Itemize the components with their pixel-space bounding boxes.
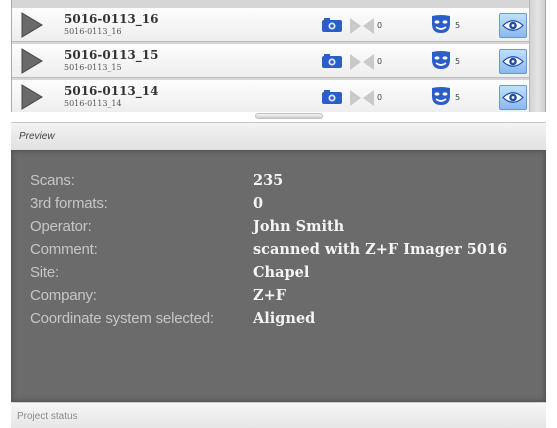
preview-header: Preview (11, 122, 546, 150)
camera-icon[interactable] (321, 18, 343, 33)
third-formats-value: 0 (253, 195, 264, 212)
bowtie-icon (350, 54, 374, 70)
comment-label: Comment: (30, 241, 98, 258)
scan-row[interactable]: 5016-0113_14 5016-0113_14 0 5 (12, 80, 530, 112)
splitter-handle[interactable] (255, 113, 323, 119)
view-button[interactable] (499, 49, 527, 74)
mask-icon (432, 87, 450, 105)
scans-value: 235 (253, 172, 284, 189)
scan-row[interactable]: 5016-0113_15 5016-0113_15 0 5 (12, 44, 530, 78)
company-label: Company: (30, 287, 97, 304)
operator-label: Operator: (30, 218, 92, 235)
preview-title: Preview (19, 131, 55, 142)
scan-name: 5016-0113_15 (64, 48, 159, 62)
list-scrollbar[interactable] (529, 0, 545, 112)
eye-icon (502, 92, 524, 103)
mask-icon (432, 51, 450, 69)
eye-icon (502, 20, 524, 31)
coordinate-system-value: Aligned (253, 310, 316, 327)
view-button[interactable] (499, 85, 527, 110)
play-triangle-icon[interactable] (20, 11, 44, 39)
third-formats-label: 3rd formats: (30, 195, 108, 212)
mask-icon (432, 15, 450, 33)
scans-label: Scans: (30, 172, 75, 189)
scan-subname: 5016-0113_14 (64, 99, 122, 108)
eye-icon (502, 56, 524, 67)
bowtie-count: 0 (377, 21, 383, 30)
mask-count: 5 (455, 21, 461, 30)
site-label: Site: (30, 264, 60, 281)
play-triangle-icon[interactable] (20, 47, 44, 75)
comment-value: scanned with Z+F Imager 5016 (253, 241, 508, 258)
company-value: Z+F (253, 287, 287, 304)
scan-name: 5016-0113_16 (64, 12, 159, 26)
bowtie-count: 0 (377, 93, 383, 102)
camera-icon[interactable] (321, 54, 343, 69)
mask-count: 5 (455, 93, 461, 102)
scan-list: 5016-0113_16 5016-0113_16 0 5 5016-0113_… (11, 0, 546, 112)
view-button[interactable] (499, 13, 527, 38)
coordinate-system-label: Coordinate system selected: (30, 310, 214, 327)
camera-icon[interactable] (321, 90, 343, 105)
preview-panel: Scans: 235 3rd formats: 0 Operator: John… (11, 150, 546, 402)
scan-name: 5016-0113_14 (64, 84, 159, 98)
bowtie-icon (350, 90, 374, 106)
mask-count: 5 (455, 57, 461, 66)
scan-subname: 5016-0113_15 (64, 63, 122, 72)
bowtie-count: 0 (377, 57, 383, 66)
site-value: Chapel (253, 264, 310, 281)
project-status-bar: Project status (11, 402, 546, 428)
bowtie-icon (350, 18, 374, 34)
play-triangle-icon[interactable] (20, 83, 44, 111)
project-status-title: Project status (17, 411, 78, 422)
scan-subname: 5016-0113_16 (64, 27, 122, 36)
scan-row[interactable]: 5016-0113_16 5016-0113_16 0 5 (12, 8, 530, 42)
operator-value: John Smith (253, 218, 345, 235)
app-window: 5016-0113_16 5016-0113_16 0 5 5016-0113_… (0, 0, 557, 428)
